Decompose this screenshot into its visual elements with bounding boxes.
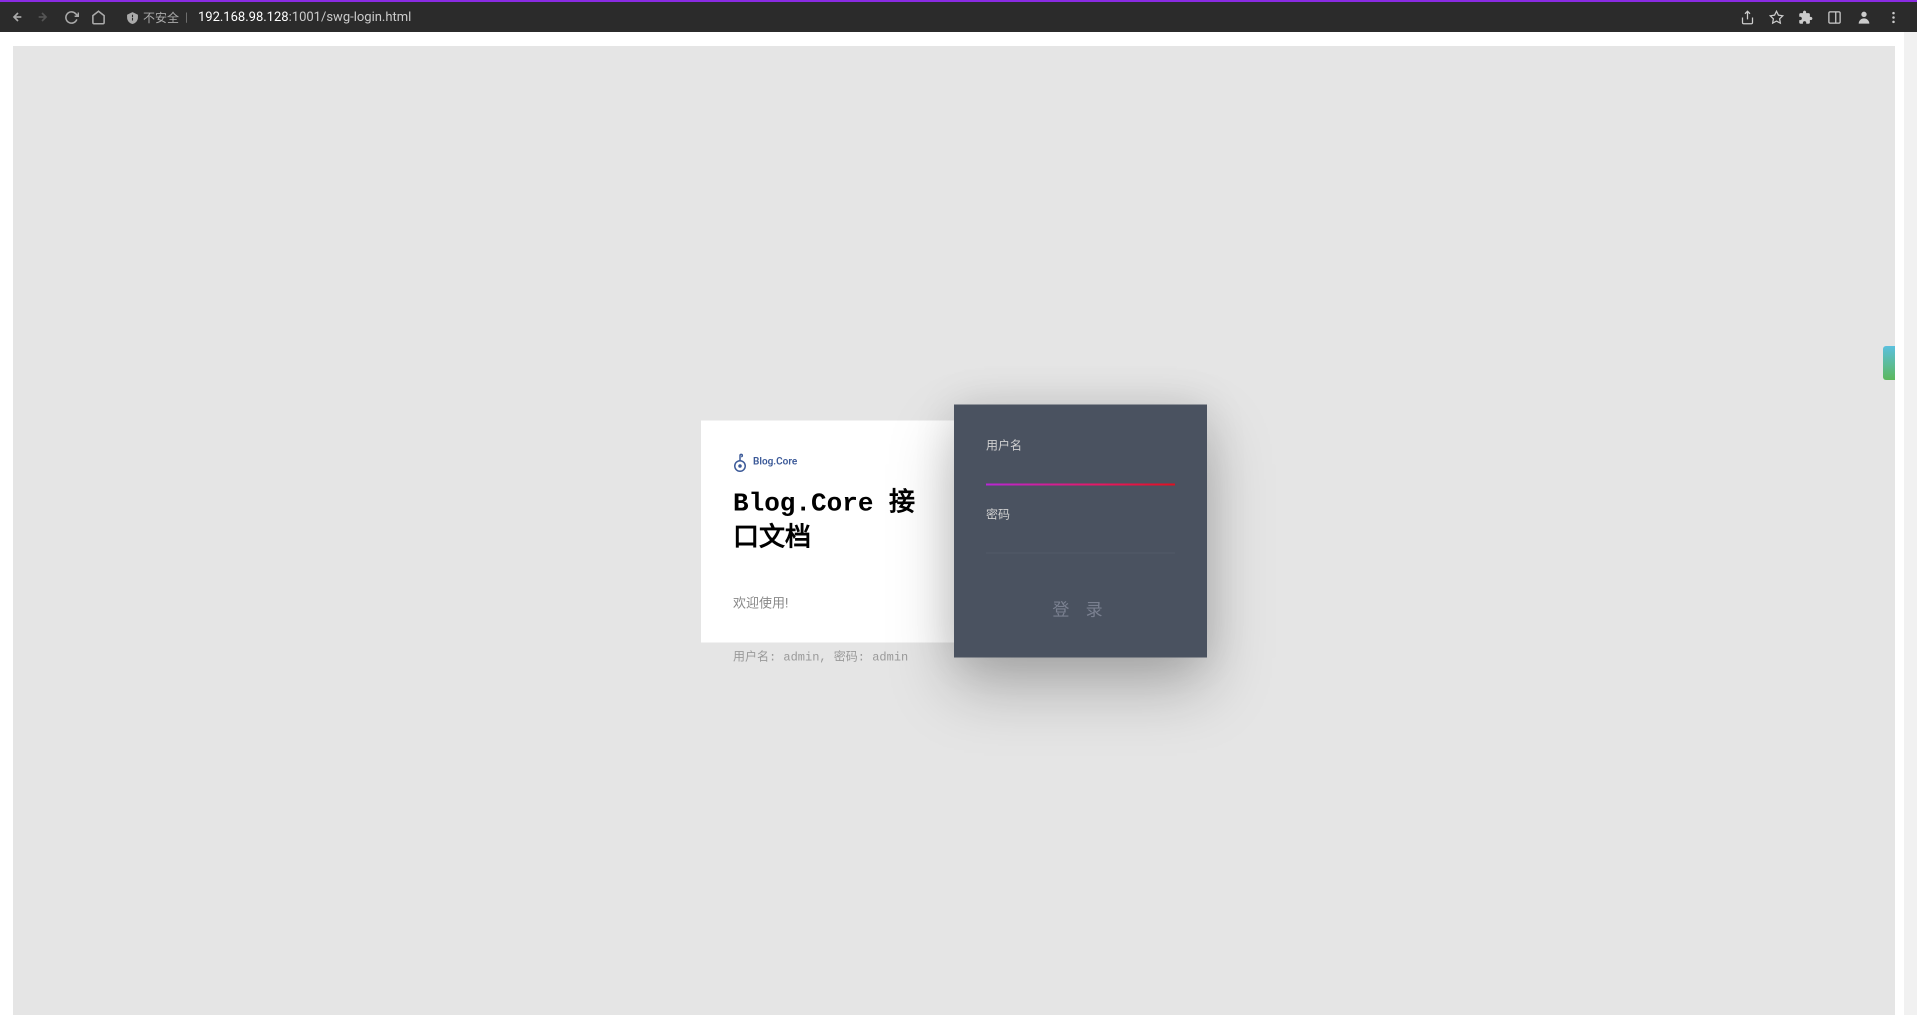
password-input[interactable] (986, 528, 1175, 553)
brand: Blog.Core (733, 452, 932, 472)
forward-icon[interactable] (36, 9, 52, 25)
chrome-right-icons (1740, 9, 1909, 25)
address-bar[interactable]: 不安全 | 192.168.98.128:1001/swg-login.html (126, 9, 411, 26)
page-title: Blog.Core 接口文档 (733, 486, 932, 556)
username-input[interactable] (986, 459, 1175, 485)
password-label: 密码 (986, 505, 1175, 522)
reload-icon[interactable] (64, 10, 79, 25)
password-input-wrap (986, 528, 1175, 553)
login-form: 用户名 密码 登 录 (954, 404, 1207, 657)
url-host: 192.168.98.128 (198, 10, 289, 25)
scrollbar[interactable] (1904, 32, 1917, 1015)
url-display: 192.168.98.128:1001/swg-login.html (198, 10, 411, 25)
profile-icon[interactable] (1856, 9, 1872, 25)
back-icon[interactable] (8, 9, 24, 25)
login-wrapper: Blog.Core Blog.Core 接口文档 欢迎使用! 用户名: admi… (701, 404, 1207, 657)
share-icon[interactable] (1740, 10, 1755, 25)
info-card: Blog.Core Blog.Core 接口文档 欢迎使用! 用户名: admi… (701, 420, 954, 642)
side-tab[interactable] (1883, 346, 1895, 380)
username-label: 用户名 (986, 436, 1175, 453)
brand-logo-icon (733, 452, 747, 472)
welcome-text: 欢迎使用! (733, 592, 932, 611)
browser-toolbar: 不安全 | 192.168.98.128:1001/swg-login.html (0, 0, 1917, 32)
menu-dots-icon[interactable] (1886, 10, 1901, 25)
url-path: :1001/swg-login.html (289, 10, 412, 25)
viewport: Blog.Core Blog.Core 接口文档 欢迎使用! 用户名: admi… (0, 32, 1917, 1015)
security-label-text: 不安全 (143, 9, 179, 26)
login-button[interactable]: 登 录 (986, 595, 1175, 620)
page-background: Blog.Core Blog.Core 接口文档 欢迎使用! 用户名: admi… (13, 46, 1895, 1015)
username-input-wrap (986, 459, 1175, 485)
bookmark-star-icon[interactable] (1769, 10, 1784, 25)
nav-buttons (8, 9, 106, 25)
security-indicator[interactable]: 不安全 | (126, 9, 190, 26)
extensions-icon[interactable] (1798, 10, 1813, 25)
home-icon[interactable] (91, 10, 106, 25)
brand-name: Blog.Core (753, 457, 797, 468)
credentials-hint: 用户名: admin, 密码: admin (733, 647, 908, 664)
panels-icon[interactable] (1827, 10, 1842, 25)
